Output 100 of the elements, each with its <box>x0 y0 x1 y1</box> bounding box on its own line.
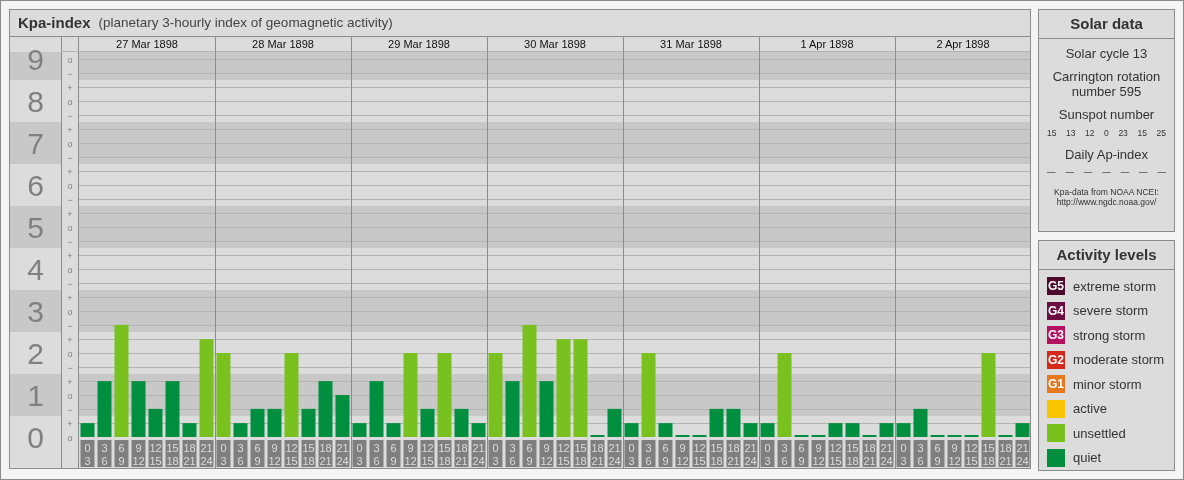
date-label: 28 Mar 1898 <box>252 38 314 50</box>
time-label: 18 21 <box>862 440 877 467</box>
bar <box>369 381 384 437</box>
ap-heading: Daily Ap-index <box>1064 147 1149 163</box>
bar <box>607 408 622 437</box>
axis-label: 5 <box>27 211 44 244</box>
legend-label: moderate storm <box>1073 351 1165 369</box>
time-label: 3 6 <box>97 440 112 467</box>
date-label: 2 Apr 1898 <box>936 38 990 50</box>
axis-tick-label: o <box>67 348 73 359</box>
x-tick-label: 0 3 <box>84 442 91 467</box>
bar <box>250 408 265 437</box>
axis-label: 9 <box>27 43 44 76</box>
sunspot-heading: Sunspot number <box>1058 107 1155 123</box>
time-label: 6 9 <box>658 440 673 467</box>
bar <box>505 381 520 437</box>
bar <box>658 423 673 437</box>
axis-tick-label: + <box>67 82 73 93</box>
time-label: 9 12 <box>267 440 282 467</box>
x-tick-label: 3 6 <box>917 442 924 467</box>
bar <box>743 423 758 437</box>
time-label: 18 21 <box>454 440 469 467</box>
time-label: 3 6 <box>233 440 248 467</box>
time-label: 15 18 <box>981 440 996 467</box>
level-badge: G1 <box>1047 375 1065 394</box>
x-tick-label: 0 3 <box>900 442 907 467</box>
bar <box>471 423 486 437</box>
time-label: 6 9 <box>386 440 401 467</box>
panel-title: Kpa-index <box>18 12 91 33</box>
x-tick-label: 3 6 <box>237 442 244 467</box>
time-label: 3 6 <box>505 440 520 467</box>
sunspot-value: 13 <box>1066 126 1076 140</box>
time-label: 0 3 <box>352 440 367 467</box>
axis-label: 2 <box>27 337 44 370</box>
time-label: 0 3 <box>760 440 775 467</box>
axis-tick-label: o <box>67 264 73 275</box>
bar <box>267 408 282 437</box>
axis-tick-label: + <box>67 334 73 345</box>
legend-label: quiet <box>1073 449 1102 467</box>
bar <box>420 408 435 437</box>
time-label: 21 24 <box>199 440 214 467</box>
axis-tick-label: o <box>67 390 73 401</box>
x-tick-label: 6 9 <box>798 442 805 467</box>
axis-tick-label: − <box>67 320 73 331</box>
axis-tick-label: + <box>67 250 73 261</box>
x-tick-label: 6 9 <box>254 442 261 467</box>
bar <box>352 423 367 437</box>
time-label: 15 18 <box>709 440 724 467</box>
axis-band <box>10 52 61 80</box>
time-label: 21 24 <box>879 440 894 467</box>
legend-label: unsettled <box>1073 424 1126 443</box>
time-label: 6 9 <box>114 440 129 467</box>
sunspot-value: 15 <box>1137 126 1147 140</box>
time-label: 18 21 <box>318 440 333 467</box>
x-tick-label: 3 6 <box>373 442 380 467</box>
axis-label: 8 <box>27 85 44 118</box>
time-label: 6 9 <box>794 440 809 467</box>
axis-tick-label: − <box>67 110 73 121</box>
x-tick-label: 0 3 <box>220 442 227 467</box>
axis-label: 3 <box>27 295 44 328</box>
sunspot-value: 15 <box>1047 126 1057 140</box>
sunspot-value: 25 <box>1156 126 1166 140</box>
time-label: 12 15 <box>828 440 843 467</box>
level-badge: G5 <box>1047 277 1065 296</box>
axis-tick-label: − <box>67 404 73 415</box>
axis-band <box>10 206 61 248</box>
axis-label: 7 <box>27 127 44 160</box>
time-label: 18 21 <box>590 440 605 467</box>
date-label: 1 Apr 1898 <box>800 38 854 50</box>
time-label: 9 12 <box>947 440 962 467</box>
bar <box>318 381 333 437</box>
axis-tick-label: + <box>67 208 73 219</box>
axis-label: 0 <box>27 421 44 454</box>
time-label: 21 24 <box>607 440 622 467</box>
bar <box>760 423 775 437</box>
source-text: Kpa-data from NOAA NCEI: <box>1054 187 1159 198</box>
time-label: 12 15 <box>556 440 571 467</box>
axis-tick-label: o <box>67 222 73 233</box>
bar <box>335 395 350 437</box>
axis-tick-label: − <box>67 68 73 79</box>
date-label: 31 Mar 1898 <box>660 38 722 50</box>
axis-tick-label: o <box>67 432 73 443</box>
bar <box>386 423 401 437</box>
bar <box>233 423 248 437</box>
x-tick-label: 3 6 <box>509 442 516 467</box>
time-label: 12 15 <box>284 440 299 467</box>
x-tick-label: 6 9 <box>662 442 669 467</box>
date-label: 30 Mar 1898 <box>524 38 586 50</box>
time-label: 3 6 <box>641 440 656 467</box>
time-label: 9 12 <box>131 440 146 467</box>
panel-subtitle: (planetary 3-hourly index of geomagnetic activity) <box>98 13 393 32</box>
axis-tick-label: o <box>67 138 73 149</box>
ap-value: — <box>1047 166 1056 180</box>
axis-band <box>10 374 61 416</box>
time-label: 9 12 <box>403 440 418 467</box>
axis-tick-label: + <box>67 292 73 303</box>
carrington-text: Carrington rotation number 595 <box>1051 69 1162 100</box>
axis-label: 4 <box>27 253 44 286</box>
time-label: 0 3 <box>216 440 231 467</box>
axis-band <box>10 290 61 332</box>
